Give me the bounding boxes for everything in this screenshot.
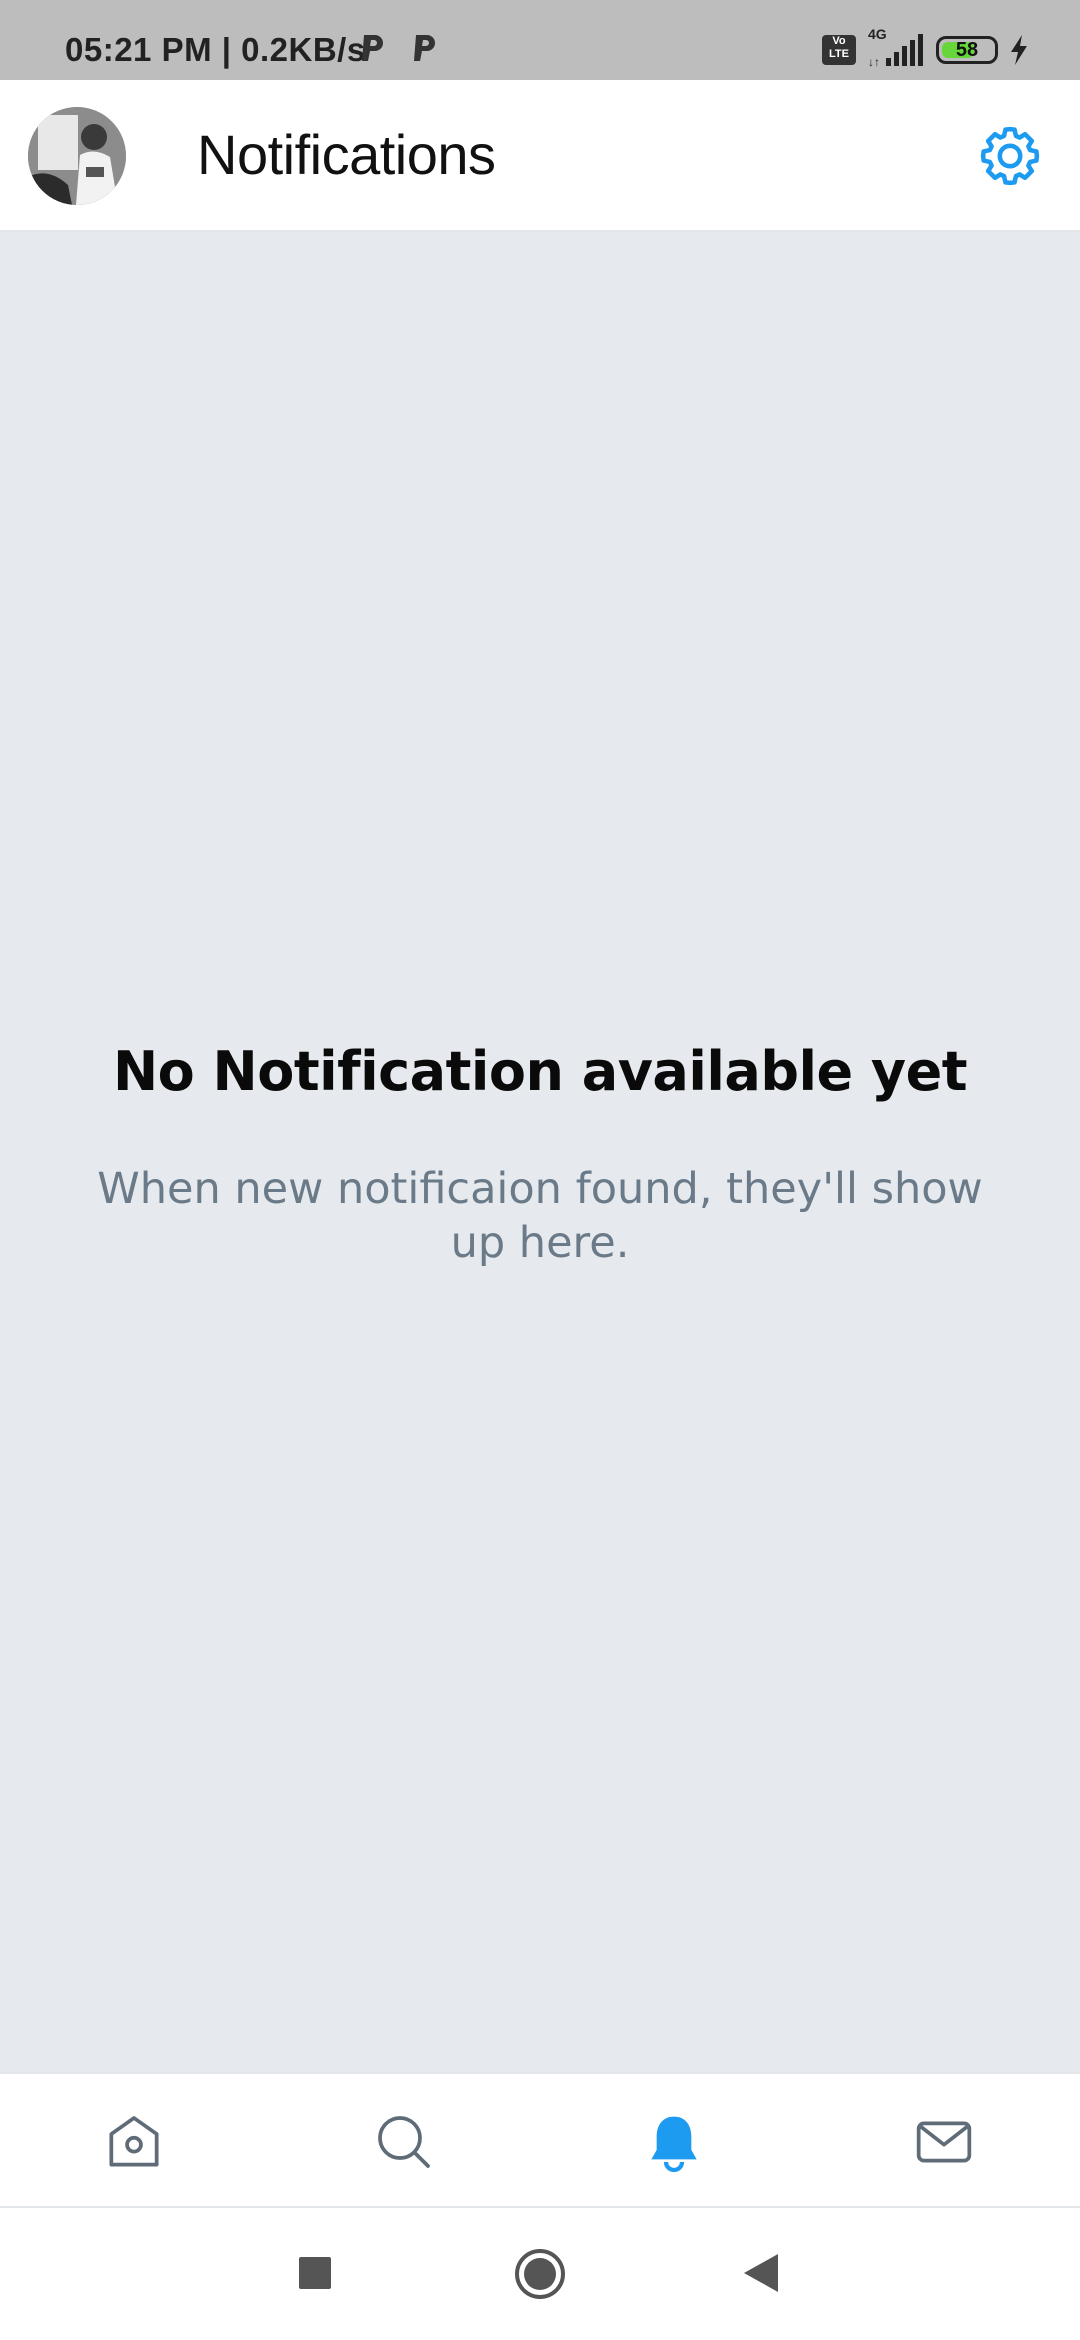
battery-icon: 58 <box>936 36 998 64</box>
empty-state-subtitle: When new notificaion found, they'll show… <box>97 1164 983 1268</box>
page-title: Notifications <box>197 123 496 186</box>
volte-icon: Vo LTE <box>822 35 856 65</box>
battery-level: 58 <box>955 38 979 61</box>
home-icon[interactable] <box>102 2110 166 2174</box>
search-icon[interactable] <box>372 2110 436 2174</box>
gear-icon[interactable] <box>976 122 1044 190</box>
system-nav-bar <box>0 2208 1080 2340</box>
signal-icon: 4G ↓↑ <box>866 26 926 68</box>
charging-icon <box>1011 35 1027 65</box>
svg-text:↓↑: ↓↑ <box>868 55 880 68</box>
parking-app-icon-2 <box>414 35 435 61</box>
home-circle-icon[interactable] <box>514 2248 566 2300</box>
bottom-nav <box>0 2072 1080 2208</box>
mail-icon[interactable] <box>912 2110 976 2174</box>
back-triangle-icon[interactable] <box>742 2252 780 2294</box>
notifications-content: No Notification available yet When new n… <box>0 232 1080 2072</box>
bell-icon[interactable] <box>642 2110 706 2174</box>
recents-square-icon[interactable] <box>298 2256 332 2290</box>
status-bar: 05:21 PM | 0.2KB/s Vo LTE 4G ↓↑ 58 <box>0 0 1080 80</box>
profile-avatar[interactable] <box>28 107 126 205</box>
app-header: Notifications <box>0 80 1080 232</box>
status-time-speed: 05:21 PM | 0.2KB/s <box>65 31 366 68</box>
empty-state-title: No Notification available yet <box>112 1040 968 1103</box>
parking-app-icon <box>362 35 383 61</box>
